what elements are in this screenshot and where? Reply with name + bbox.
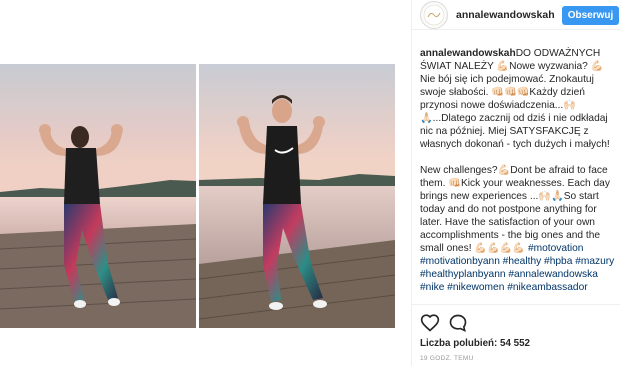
avatar[interactable] — [420, 1, 448, 29]
caption-text-en: New challenges?💪🏻Dont be afraid to face … — [420, 165, 610, 254]
caption-text-pl: DO ODWAŻNYCH ŚWIAT NALEŻY 💪🏻Nowe wyzwani… — [420, 48, 610, 150]
post-caption: annalewandowskahDO ODWAŻNYCH ŚWIAT NALEŻ… — [420, 47, 618, 303]
photo-back-view[interactable] — [0, 64, 196, 328]
caption-username[interactable]: annalewandowskah — [420, 48, 516, 59]
post-media[interactable] — [0, 0, 411, 366]
photo-front-view[interactable] — [199, 64, 395, 328]
post-header: annalewandowskah Obserwuj — [412, 0, 620, 30]
heart-outline-icon[interactable] — [420, 313, 440, 333]
header-username[interactable]: annalewandowskah — [456, 9, 555, 21]
likes-count[interactable]: Liczba polubień: 54 552 — [420, 338, 530, 349]
post-actions: Liczba polubień: 54 552 19 GODZ. TEMU — [412, 304, 620, 366]
avatar-logo-icon — [423, 4, 445, 26]
post-side-panel: annalewandowskah Obserwuj annalewandowsk… — [411, 0, 620, 366]
post-timestamp[interactable]: 19 GODZ. TEMU — [420, 355, 474, 362]
comment-bubble-icon[interactable] — [448, 313, 468, 333]
follow-button[interactable]: Obserwuj — [562, 6, 619, 25]
caption-fade — [420, 295, 618, 303]
